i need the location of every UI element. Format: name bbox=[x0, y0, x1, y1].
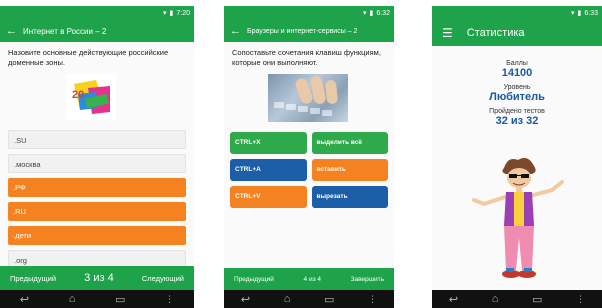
phone-screen-quiz-domains: ▾ ▮ 7:20 ← Интернет в России – 2 Назовит… bbox=[0, 6, 194, 308]
app-bar-title: Интернет в России – 2 bbox=[23, 26, 107, 36]
svg-text:20: 20 bbox=[72, 89, 84, 101]
previous-button[interactable]: Предыдущий bbox=[10, 274, 56, 283]
app-bar: ← Интернет в России – 2 bbox=[0, 20, 194, 42]
answer-option[interactable]: .москва bbox=[8, 154, 186, 173]
score-value: 14100 bbox=[501, 67, 533, 79]
quiz-navigation-bar: Предыдущий 3 из 4 Следующий bbox=[0, 266, 194, 290]
nav-home-icon[interactable]: ⌂ bbox=[284, 293, 291, 305]
wifi-icon: ▾ bbox=[571, 10, 575, 17]
battery-icon: ▮ bbox=[369, 10, 374, 17]
overflow-menu-icon[interactable]: ⋮ bbox=[576, 294, 585, 305]
back-arrow-icon[interactable]: ← bbox=[230, 25, 241, 37]
score-label: Баллы bbox=[506, 60, 528, 67]
nav-back-icon[interactable]: ↩ bbox=[20, 293, 29, 306]
matching-grid: CTRL+X выделить всё CTRL+A вставить CTRL… bbox=[230, 132, 388, 208]
previous-button[interactable]: Предыдущий bbox=[234, 276, 274, 283]
overflow-menu-icon[interactable]: ⋮ bbox=[165, 294, 174, 305]
quiz-navigation-bar: Предыдущий 4 из 4 Завершить bbox=[224, 268, 394, 290]
phone-screen-statistics: ▾ ▮ 6:33 ☰ Статистика Баллы 14100 Уровен… bbox=[432, 6, 602, 308]
app-bar: ☰ Статистика bbox=[432, 20, 602, 46]
status-bar: ▾ ▮ 6:33 bbox=[432, 6, 602, 20]
answer-option-selected[interactable]: .RU bbox=[8, 202, 186, 221]
overflow-menu-icon[interactable]: ⋮ bbox=[368, 294, 377, 305]
finish-button[interactable]: Завершить bbox=[351, 276, 384, 283]
back-arrow-icon[interactable]: ← bbox=[6, 25, 17, 37]
shortcut-tile[interactable]: CTRL+A bbox=[230, 159, 307, 181]
battery-icon: ▮ bbox=[169, 10, 174, 17]
hamburger-menu-icon[interactable]: ☰ bbox=[442, 26, 453, 40]
status-bar: ▾ ▮ 7:20 bbox=[0, 6, 194, 20]
app-bar: ← Браузеры и интернет-сервисы – 2 bbox=[224, 20, 394, 42]
keyboard-photo bbox=[268, 74, 348, 122]
shortcut-tile[interactable]: CTRL+V bbox=[230, 186, 307, 208]
status-bar: ▾ ▮ 6:32 bbox=[224, 6, 394, 20]
status-time: 6:33 bbox=[584, 9, 598, 17]
function-tile[interactable]: вырезать bbox=[311, 186, 388, 208]
tests-value: 32 из 32 bbox=[495, 115, 539, 127]
statistics-panel: Баллы 14100 Уровень Любитель Пройдено те… bbox=[432, 60, 602, 132]
nav-recents-icon[interactable]: ▭ bbox=[532, 293, 542, 306]
tests-label: Пройдено тестов bbox=[489, 108, 545, 115]
status-time: 6:32 bbox=[376, 9, 390, 17]
cartoon-character-illustration bbox=[468, 154, 568, 290]
phone-screen-quiz-shortcuts: ▾ ▮ 6:32 ← Браузеры и интернет-сервисы –… bbox=[224, 6, 394, 308]
answer-option-selected[interactable]: .дети bbox=[8, 226, 186, 245]
question-text: Сопоставьте сочетания клавиш функциям, к… bbox=[232, 48, 381, 67]
app-bar-title: Браузеры и интернет-сервисы – 2 bbox=[247, 27, 358, 35]
level-value: Любитель bbox=[489, 91, 545, 103]
nav-recents-icon[interactable]: ▭ bbox=[324, 293, 334, 306]
system-nav-bar: ↩ ⌂ ▭ ⋮ bbox=[0, 290, 194, 308]
function-tile[interactable]: вставить bbox=[311, 159, 388, 181]
status-time: 7:20 bbox=[176, 9, 190, 17]
wifi-icon: ▾ bbox=[163, 10, 167, 17]
answer-list: .SU .москва .РФ .RU .дети .org bbox=[8, 130, 186, 269]
wifi-icon: ▾ bbox=[363, 10, 367, 17]
nav-recents-icon[interactable]: ▭ bbox=[115, 293, 125, 306]
page-indicator: 3 из 4 bbox=[84, 272, 114, 284]
nav-back-icon[interactable]: ↩ bbox=[241, 293, 250, 306]
level-label: Уровень bbox=[503, 84, 531, 91]
question-text: Назовите основные действующие российские… bbox=[8, 48, 169, 67]
shortcut-tile[interactable]: CTRL+X bbox=[230, 132, 307, 154]
answer-option[interactable]: .SU bbox=[8, 130, 186, 149]
page-indicator: 4 из 4 bbox=[303, 275, 321, 283]
nav-home-icon[interactable]: ⌂ bbox=[69, 293, 76, 305]
next-button[interactable]: Следующий bbox=[142, 274, 184, 283]
app-bar-title: Статистика bbox=[466, 27, 525, 39]
answer-option-selected[interactable]: .РФ bbox=[8, 178, 186, 197]
function-tile[interactable]: выделить всё bbox=[311, 132, 388, 154]
system-nav-bar: ↩ ⌂ ▭ ⋮ bbox=[224, 290, 394, 308]
nav-home-icon[interactable]: ⌂ bbox=[492, 293, 499, 305]
nav-back-icon[interactable]: ↩ bbox=[449, 293, 458, 306]
battery-icon: ▮ bbox=[577, 10, 582, 17]
runet-20-image: 20 bbox=[66, 74, 116, 120]
system-nav-bar: ↩ ⌂ ▭ ⋮ bbox=[432, 290, 602, 308]
